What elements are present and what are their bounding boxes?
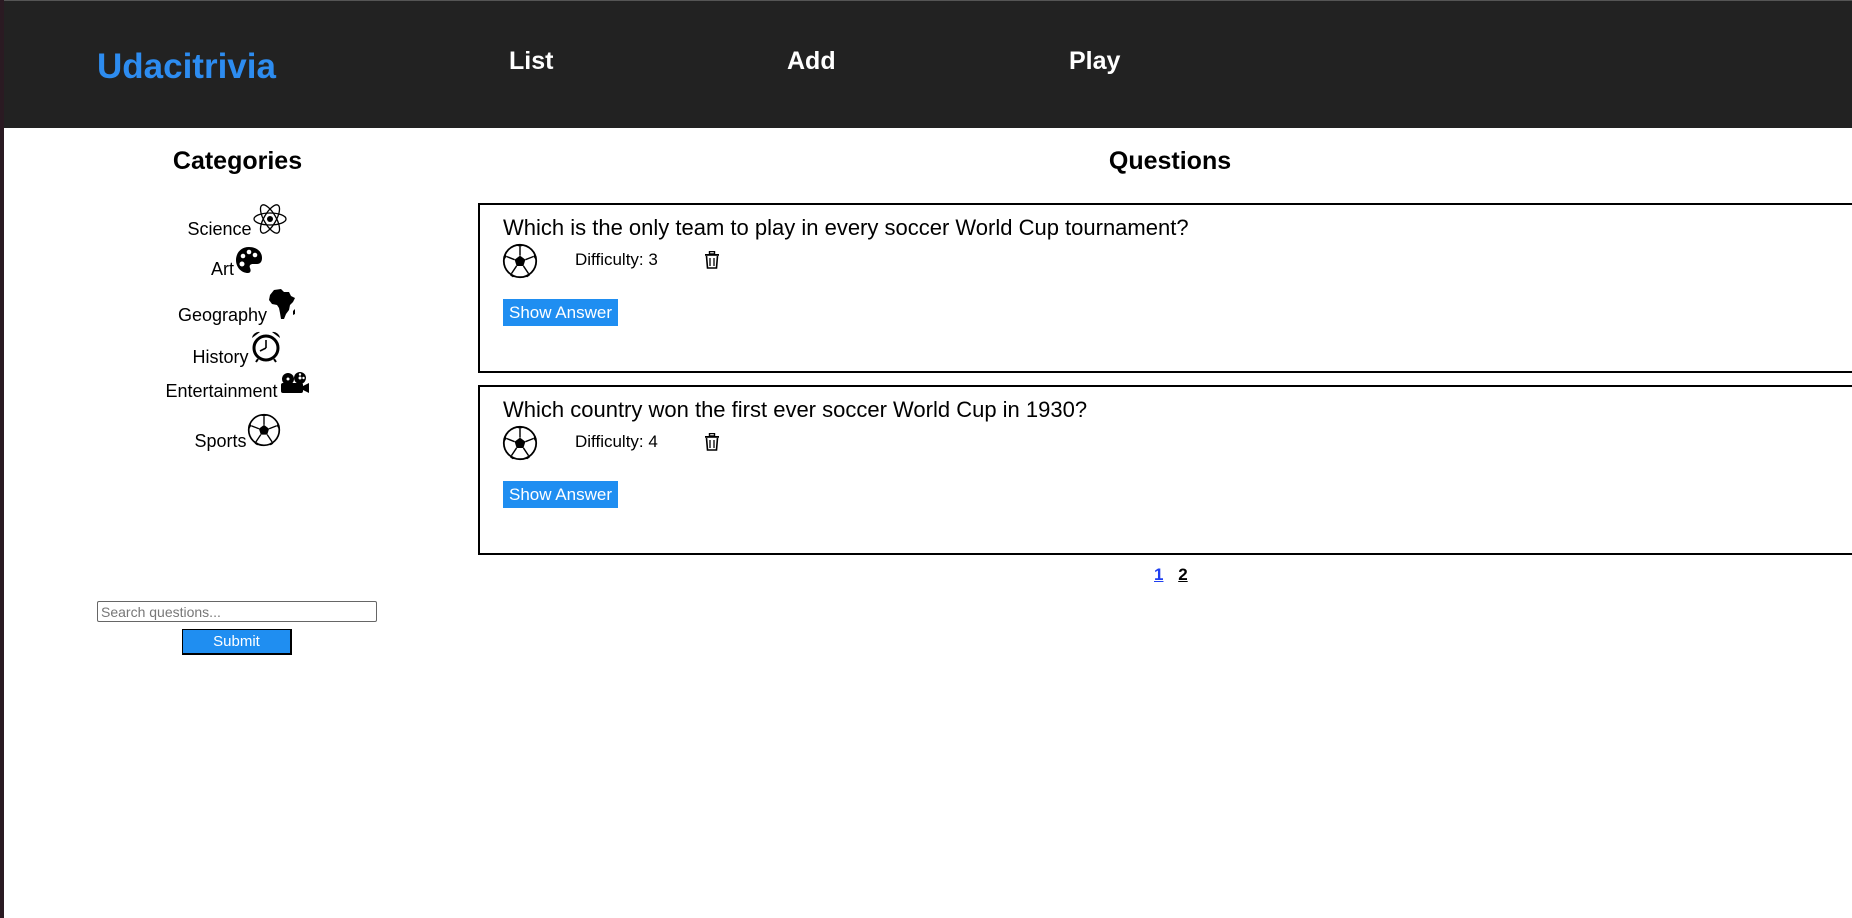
page-link-2[interactable]: 2: [1178, 565, 1187, 584]
search-input[interactable]: [97, 601, 377, 622]
category-entertainment[interactable]: Entertainment: [0, 371, 475, 402]
category-label: Geography: [177, 305, 268, 325]
page-link-1[interactable]: 1: [1154, 565, 1163, 584]
trash-icon[interactable]: [704, 432, 720, 456]
show-answer-button[interactable]: Show Answer: [503, 299, 618, 326]
submit-button[interactable]: Submit: [182, 629, 292, 655]
trash-icon[interactable]: [704, 250, 720, 274]
category-science[interactable]: Science: [0, 203, 475, 240]
questions-title: Questions: [1108, 147, 1232, 175]
show-answer-button[interactable]: Show Answer: [503, 481, 618, 508]
category-label: Sports: [194, 431, 247, 451]
atom-icon: [252, 203, 288, 240]
category-label: History: [192, 347, 249, 367]
question-text: Which is the only team to play in every …: [503, 215, 1189, 240]
palette-icon: [234, 245, 264, 280]
category-label: Entertainment: [165, 381, 278, 401]
pagination: 1 2: [1154, 565, 1198, 585]
category-art[interactable]: Art: [0, 245, 475, 280]
category-history[interactable]: History: [0, 329, 475, 368]
categories-sidebar: Categories Science Art Geography History: [0, 127, 475, 918]
category-geography[interactable]: Geography: [0, 287, 475, 326]
category-sports[interactable]: Sports: [0, 413, 475, 452]
difficulty-label: Difficulty: 4: [575, 432, 658, 451]
africa-map-icon: [267, 287, 297, 326]
nav-play-link[interactable]: Play: [1069, 47, 1120, 76]
nav-add-link[interactable]: Add: [787, 47, 836, 76]
categories-title: Categories: [172, 147, 303, 175]
alarm-clock-icon: [249, 329, 283, 368]
nav-list-link[interactable]: List: [509, 47, 553, 76]
brand-logo[interactable]: Udacitrivia: [97, 47, 276, 87]
category-label: Art: [210, 259, 234, 279]
category-label: Science: [187, 219, 252, 239]
soccer-ball-icon: [502, 243, 538, 284]
film-projector-icon: [278, 371, 310, 402]
question-card: Which country won the first ever soccer …: [478, 385, 1852, 555]
top-navbar: Udacitrivia List Add Play: [4, 0, 1852, 128]
question-card: Which is the only team to play in every …: [478, 203, 1852, 373]
difficulty-label: Difficulty: 3: [575, 250, 658, 269]
soccer-ball-icon: [247, 413, 281, 452]
question-text: Which country won the first ever soccer …: [503, 397, 1088, 422]
soccer-ball-icon: [502, 425, 538, 466]
